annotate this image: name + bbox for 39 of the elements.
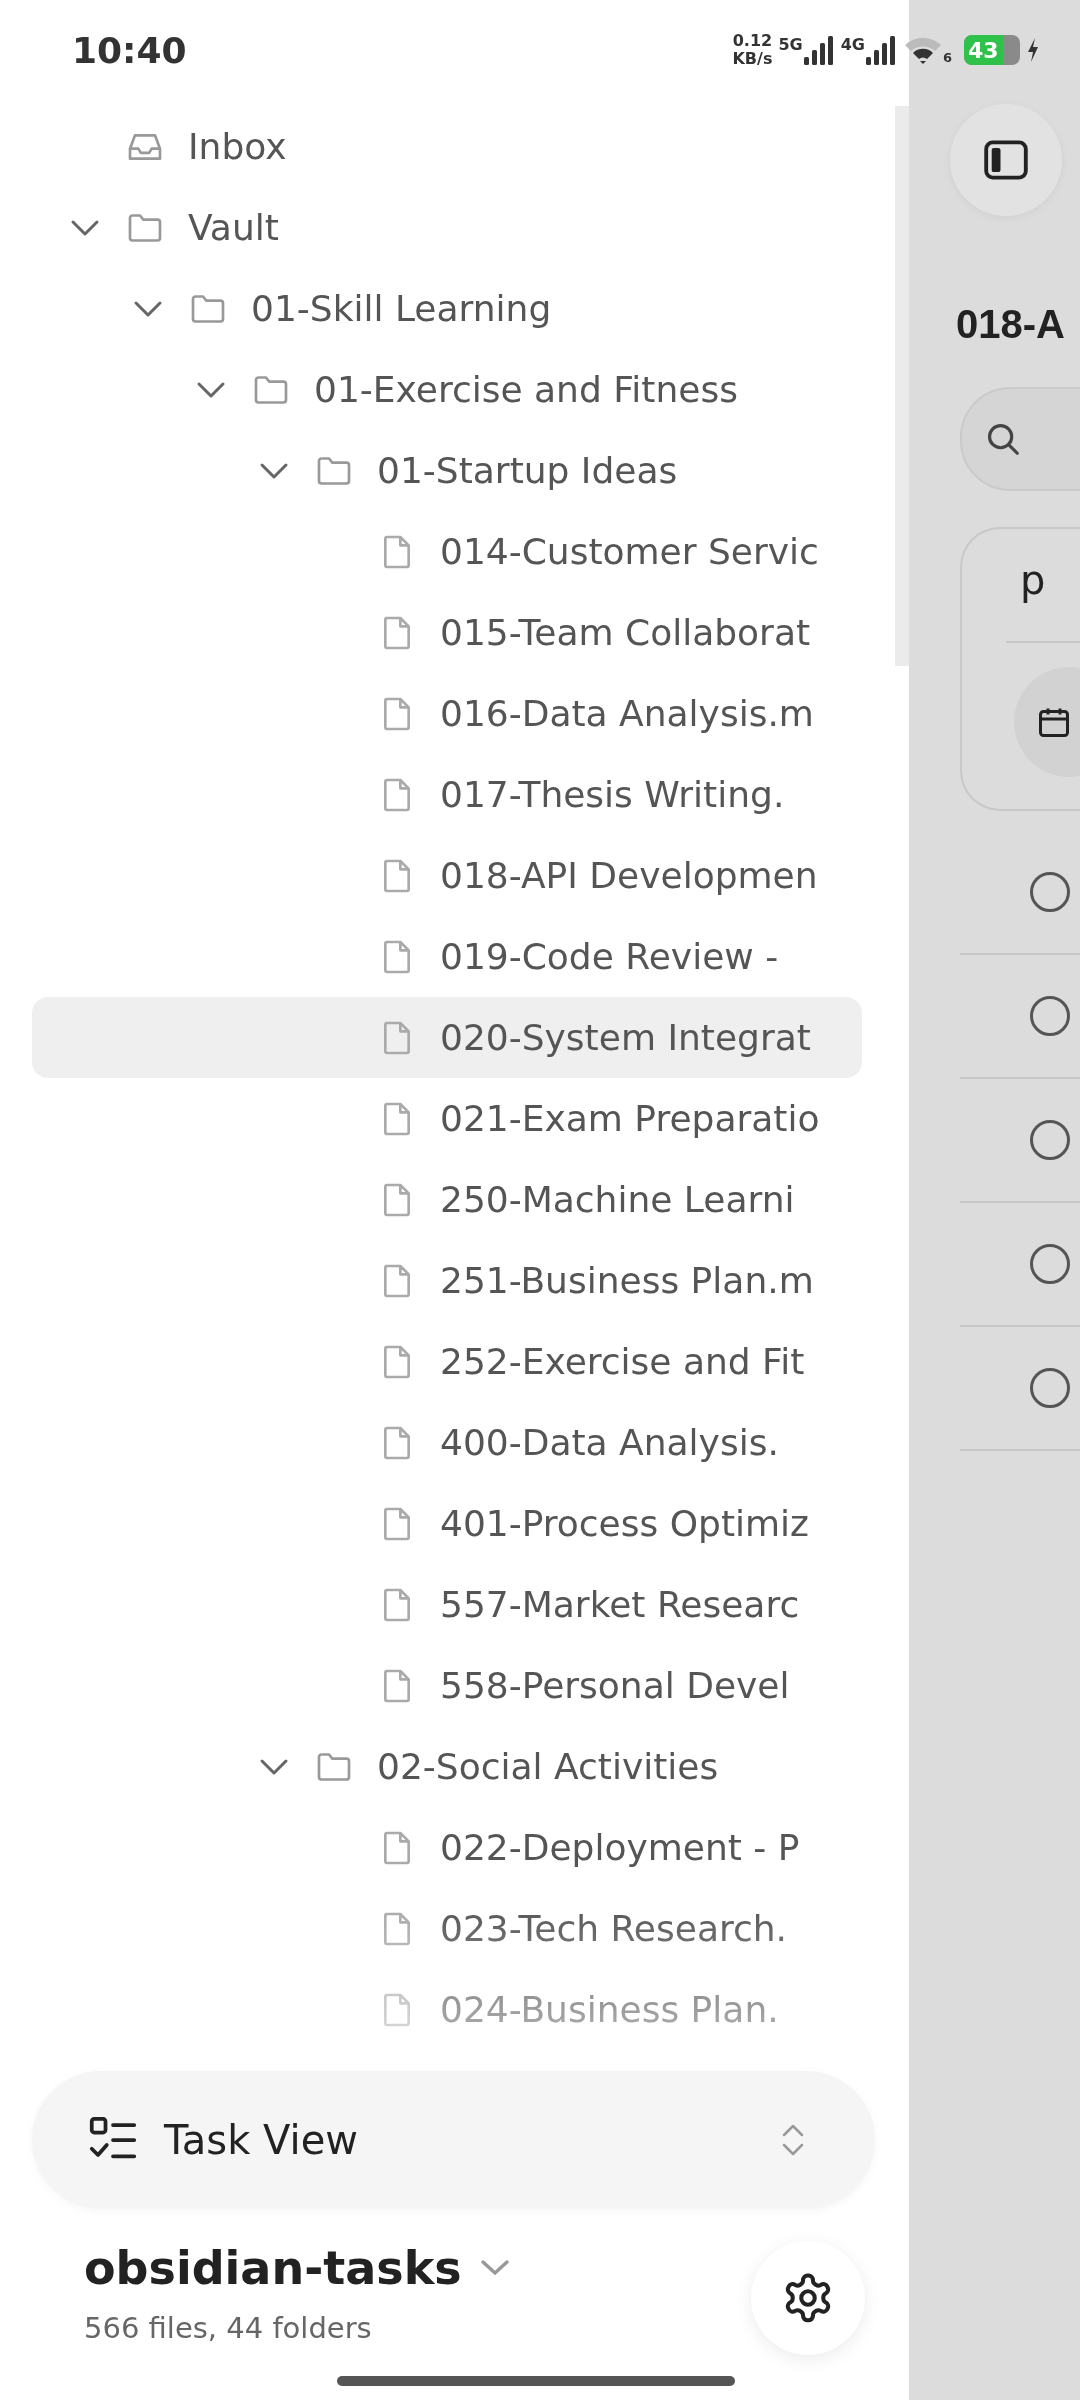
tree-item[interactable]: 014-Customer Servic (32, 511, 862, 592)
search-field[interactable] (960, 387, 1080, 491)
tree-item[interactable]: 557-Market Researc (32, 1564, 862, 1645)
battery-icon: 43 (964, 35, 1020, 65)
task-input-field[interactable]: p (1020, 557, 1080, 617)
tree-item[interactable]: 021-Exam Preparatio (32, 1078, 862, 1159)
tree-item[interactable]: 020-System Integrat (32, 997, 862, 1078)
clock: 10:40 (72, 29, 187, 71)
tree-item[interactable]: 250-Machine Learni (32, 1159, 862, 1240)
tree-item[interactable]: 018-API Developmen (32, 835, 862, 916)
tree-item[interactable]: 01-Skill Learning (32, 268, 862, 349)
tree-item[interactable]: 558-Personal Devel (32, 1645, 862, 1726)
tree-item[interactable]: Vault (32, 187, 862, 268)
tree-item[interactable]: 015-Team Collaborat (32, 592, 862, 673)
tree-item[interactable]: 016-Data Analysis.m (32, 673, 862, 754)
task-checkbox[interactable] (1030, 872, 1070, 912)
task-checkbox[interactable] (1030, 996, 1070, 1036)
vault-name[interactable]: obsidian-tasks (84, 2241, 462, 2295)
tree-item[interactable]: 401-Process Optimiz (32, 1483, 862, 1564)
task-checkbox[interactable] (1030, 1244, 1070, 1284)
tree-item[interactable]: 017-Thesis Writing. (32, 754, 862, 835)
tree-item[interactable]: 022-Deployment - P (32, 1807, 862, 1888)
sidebar-icon (984, 140, 1028, 180)
tree-item[interactable]: 01-Exercise and Fitness (32, 349, 862, 430)
tree-item[interactable]: 252-Exercise and Fit (32, 1321, 862, 1402)
tree-item[interactable]: 02-Social Activities (32, 1726, 862, 1807)
task-checkbox[interactable] (1030, 1120, 1070, 1160)
tree-item[interactable]: 01-Startup Ideas (32, 430, 862, 511)
tree-item[interactable]: 400-Data Analysis. (32, 1402, 862, 1483)
chevron-down-icon[interactable] (479, 2258, 510, 2278)
tree-item[interactable]: 023-Tech Research. (32, 1888, 862, 1969)
note-title: 018-A (956, 302, 1066, 347)
task-checkbox[interactable] (1030, 1368, 1070, 1408)
tree-item[interactable]: Inbox (32, 106, 862, 187)
vault-stats: 566 files, 44 folders (84, 2311, 373, 2345)
network-speed: 0.12 KB/s (732, 32, 773, 68)
tree-item[interactable]: 251-Business Plan.m (32, 1240, 862, 1321)
view-switcher[interactable]: Task View (32, 2071, 875, 2209)
tree-item[interactable]: 019-Code Review - (32, 916, 862, 997)
